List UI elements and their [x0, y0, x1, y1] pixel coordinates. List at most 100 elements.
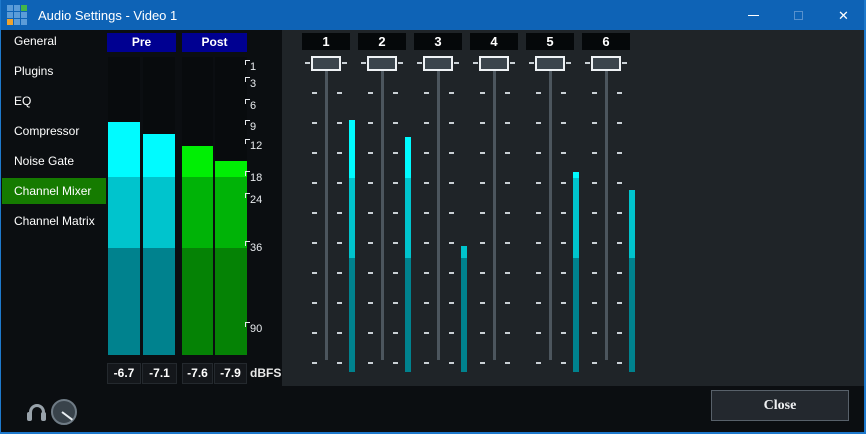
headphones-monitor-button[interactable] [27, 401, 49, 423]
channel-3-tick [424, 152, 429, 154]
channel-6-tick [617, 122, 622, 124]
channel-5-handle-tick [566, 62, 571, 64]
channel-2-tick [393, 122, 398, 124]
channel-1-tick [337, 242, 342, 244]
channel-3-tick [449, 332, 454, 334]
channel-5-tick [536, 332, 541, 334]
meter-bar-post-0 [182, 177, 213, 248]
channel-5-slider-track[interactable] [549, 63, 552, 360]
channel-1-handle-tick [305, 62, 310, 64]
close-button[interactable]: Close [711, 390, 849, 421]
sidebar-item-channel-mixer[interactable]: Channel Mixer [2, 178, 106, 204]
scale-label-36: 36 [250, 242, 262, 254]
channel-1-tick [337, 212, 342, 214]
channel-1-tick [337, 122, 342, 124]
meter-value-3: -7.9 [214, 363, 247, 384]
titlebar: Audio Settings - Video 1 ✕ [0, 0, 866, 30]
channel-5-tick [561, 242, 566, 244]
scale-label-18: 18 [250, 172, 262, 184]
channel-1-tick [337, 302, 342, 304]
channel-5-slider-handle[interactable] [535, 56, 565, 71]
channel-6-slider-track[interactable] [605, 63, 608, 360]
scale-label-12: 12 [250, 140, 262, 152]
channel-5-tick [536, 242, 541, 244]
sidebar-item-channel-matrix[interactable]: Channel Matrix [2, 208, 106, 234]
channel-3-tick [424, 122, 429, 124]
close-window-button[interactable]: ✕ [821, 0, 866, 30]
channel-3-tick [424, 212, 429, 214]
meter-group-label-post: Post [182, 33, 247, 52]
channel-6-tick [617, 302, 622, 304]
channel-2-header: 2 [358, 33, 406, 50]
channel-5-tick [561, 272, 566, 274]
channel-5-tick [536, 122, 541, 124]
channel-5-tick [561, 152, 566, 154]
channel-6-tick [592, 212, 597, 214]
channel-4-tick [505, 182, 510, 184]
sidebar-item-compressor[interactable]: Compressor [2, 118, 106, 144]
channel-4-tick [505, 212, 510, 214]
channel-4-handle-tick [473, 62, 478, 64]
channel-3-slider-handle[interactable] [423, 56, 453, 71]
channel-3-tick [424, 182, 429, 184]
scale-label-9: 9 [250, 121, 256, 133]
sidebar-item-eq[interactable]: EQ [2, 88, 106, 114]
sidebar-item-general[interactable]: General [2, 28, 106, 54]
channel-5-tick [536, 212, 541, 214]
channel-5-handle-tick [529, 62, 534, 64]
channel-4-tick [505, 302, 510, 304]
channel-2-tick [368, 362, 373, 364]
channel-2-tick [393, 242, 398, 244]
channel-6-tick [617, 92, 622, 94]
channel-1-tick [312, 302, 317, 304]
channel-1-slider-handle[interactable] [311, 56, 341, 71]
sidebar-item-noise-gate[interactable]: Noise Gate [2, 148, 106, 174]
channel-3-tick [424, 332, 429, 334]
scale-label-6: 6 [250, 100, 256, 112]
channel-4-header: 4 [470, 33, 518, 50]
channel-2-tick [393, 212, 398, 214]
channel-5-tick [561, 92, 566, 94]
channel-2-slider-track[interactable] [381, 63, 384, 360]
headphones-earcup-right [41, 412, 46, 421]
channel-3-level-meter [461, 246, 467, 258]
channel-1-header: 1 [302, 33, 350, 50]
channel-2-tick [393, 92, 398, 94]
channel-3-tick [449, 302, 454, 304]
channel-5-tick [536, 272, 541, 274]
maximize-button[interactable] [776, 0, 821, 30]
channel-5-tick [561, 302, 566, 304]
sidebar-item-plugins[interactable]: Plugins [2, 58, 106, 84]
channel-6-tick [592, 362, 597, 364]
scale-label-24: 24 [250, 194, 262, 206]
minimize-button[interactable] [731, 0, 776, 30]
meter-bar-pre-1 [143, 134, 175, 177]
monitor-volume-knob[interactable] [51, 399, 77, 425]
channel-1-tick [337, 332, 342, 334]
channel-1-tick [337, 272, 342, 274]
channel-5-level-meter [573, 178, 579, 258]
logo-square [7, 5, 13, 11]
channel-5-tick [536, 92, 541, 94]
channel-1-level-meter [349, 178, 355, 258]
channel-6-slider-handle[interactable] [591, 56, 621, 71]
channel-3-level-meter [461, 258, 467, 372]
window-title: Audio Settings - Video 1 [38, 8, 731, 23]
channel-2-tick [393, 152, 398, 154]
meter-group-label-pre: Pre [107, 33, 176, 52]
channel-6-level-meter [629, 190, 635, 258]
channel-2-tick [368, 182, 373, 184]
channel-3-slider-track[interactable] [437, 63, 440, 360]
channel-3-tick [424, 92, 429, 94]
channel-1-slider-track[interactable] [325, 63, 328, 360]
channel-3-tick [424, 362, 429, 364]
channel-2-slider-handle[interactable] [367, 56, 397, 71]
meter-bar-pre-0 [108, 122, 140, 177]
channel-3-tick [424, 242, 429, 244]
channel-4-slider-handle[interactable] [479, 56, 509, 71]
channel-2-level-meter [405, 258, 411, 372]
channel-2-tick [368, 212, 373, 214]
channel-4-slider-track[interactable] [493, 63, 496, 360]
channel-1-tick [337, 362, 342, 364]
channel-2-handle-tick [361, 62, 366, 64]
